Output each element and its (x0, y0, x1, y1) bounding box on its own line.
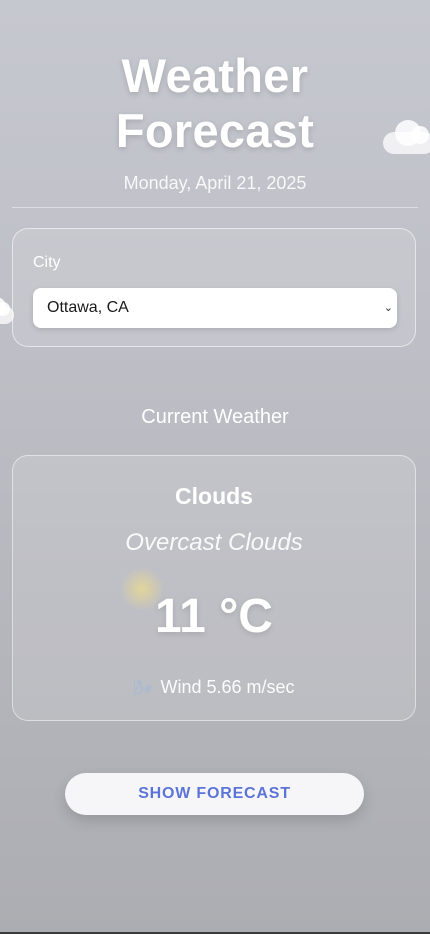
city-selector-card: City Ottawa, CA ⌄ (12, 228, 416, 347)
weather-condition: Clouds (175, 483, 253, 509)
chevron-down-icon: ⌄ (383, 302, 393, 314)
wind-speed: Wind 5.66 m/sec (160, 677, 295, 697)
weather-description: Overcast Clouds (125, 529, 303, 556)
current-weather-heading: Current Weather (141, 406, 289, 428)
wind-icon: 🌬 (133, 680, 153, 697)
temperature-value: 11 °C (155, 590, 273, 643)
wind-info: 🌬 Wind 5.66 m/sec (13, 677, 415, 698)
page-title: Weather Forecast (0, 48, 430, 158)
show-forecast-button[interactable]: SHOW FORECAST (65, 773, 364, 815)
city-select-value: Ottawa, CA (47, 299, 129, 316)
city-select[interactable]: Ottawa, CA ⌄ (33, 288, 397, 328)
current-weather-card: Clouds Overcast Clouds 11 °C 🌬 Wind 5.66 … (12, 455, 416, 721)
header-divider (12, 207, 418, 208)
title-line-1: Weather (121, 49, 309, 102)
current-date: Monday, April 21, 2025 (123, 173, 307, 193)
title-line-2: Forecast (115, 104, 315, 157)
city-label: City (33, 254, 61, 271)
